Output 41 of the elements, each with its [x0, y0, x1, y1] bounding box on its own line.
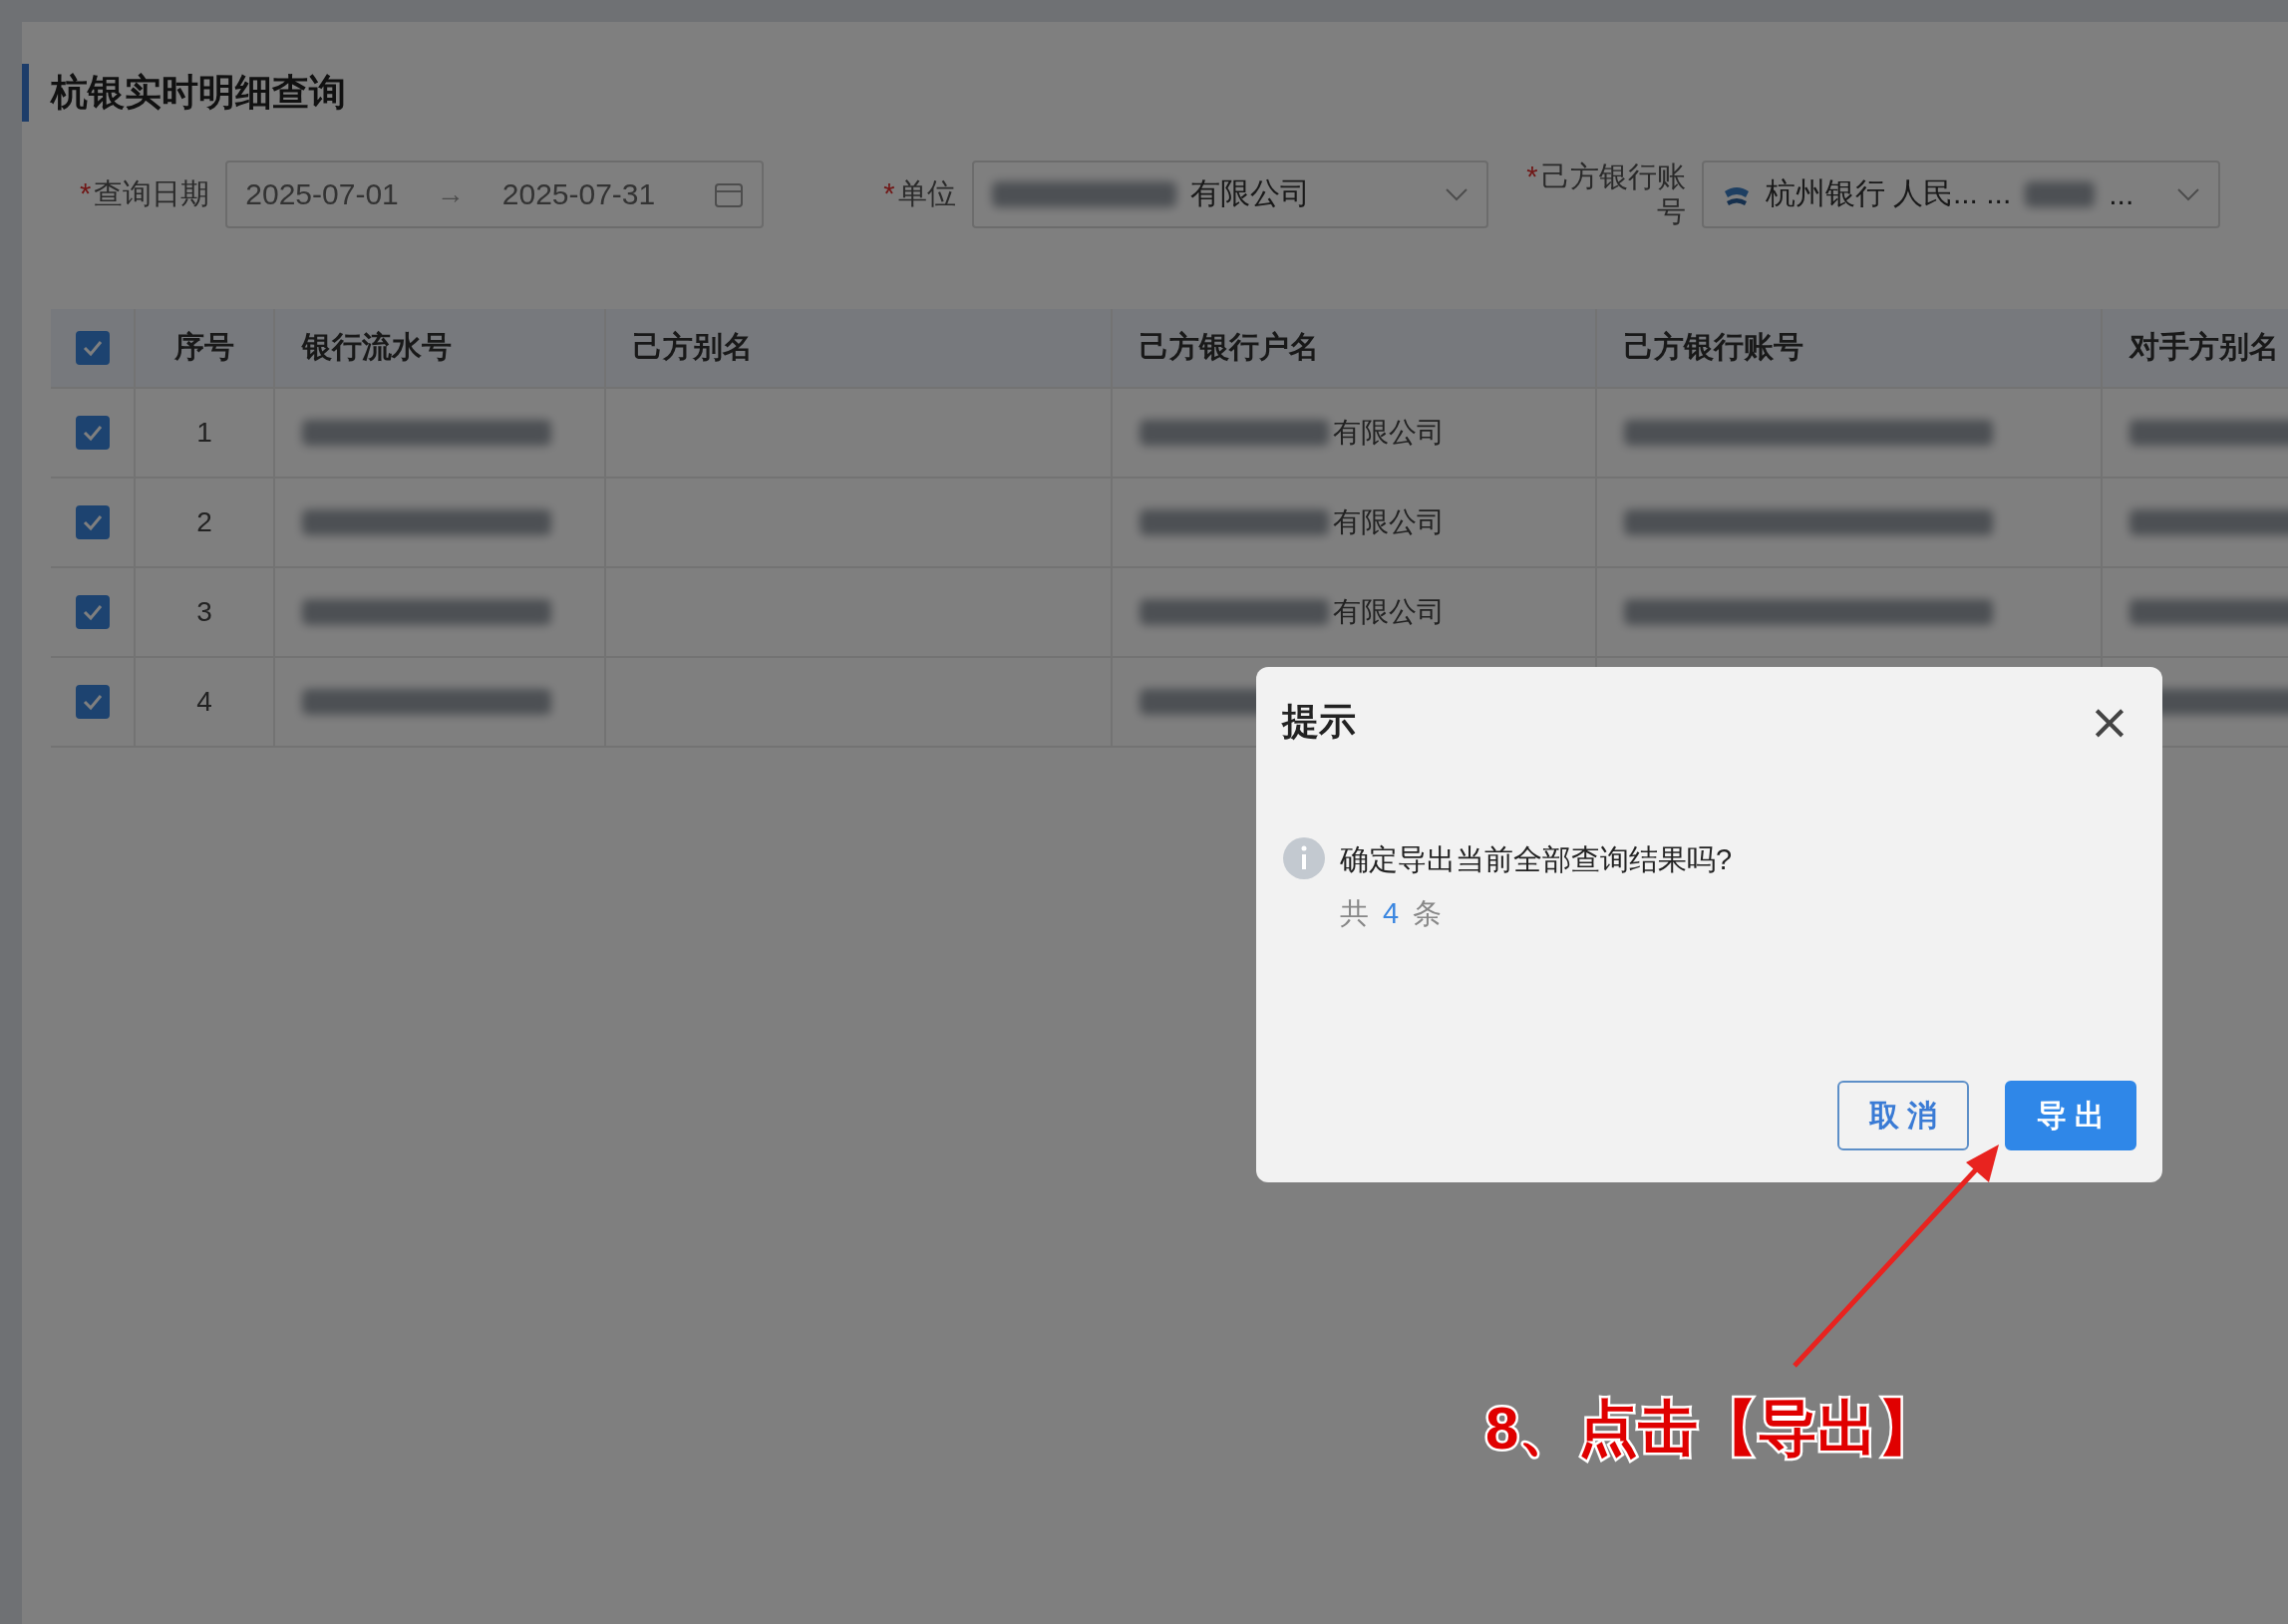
title-accent-bar	[22, 64, 29, 122]
table-cell: 4	[196, 685, 212, 718]
column-header: 己方银行户名	[1140, 329, 1319, 366]
export-button[interactable]: 导 出	[2005, 1081, 2136, 1150]
column-header: 银行流水号	[302, 329, 452, 366]
close-button[interactable]: ×	[2083, 697, 2136, 747]
column-header: 己方银行账号	[1624, 329, 1803, 366]
table-cell: 2	[196, 505, 212, 538]
column-header: 对手方别名	[2129, 329, 2279, 366]
field-label: *单位	[883, 175, 956, 211]
account-select[interactable]: 杭州银行 人民... ... ...	[1701, 160, 2220, 228]
dialog-title: 提示	[1282, 700, 1356, 744]
column-header: 序号	[174, 329, 234, 366]
checkmark-icon	[81, 423, 104, 442]
record-count: 共 4 条	[1340, 896, 1444, 931]
checkmark-icon	[81, 602, 104, 621]
table-cell: 1	[196, 416, 212, 449]
checkmark-icon	[81, 338, 104, 357]
row-checkbox[interactable]	[75, 684, 110, 719]
table-cell-text: 有限公司	[1333, 415, 1445, 450]
field-label: *己方银行账号	[1525, 160, 1686, 229]
row-checkbox[interactable]	[75, 594, 110, 629]
checkmark-icon	[81, 692, 104, 711]
row-checkbox[interactable]	[75, 415, 110, 450]
table-cell-text: 有限公司	[1333, 594, 1445, 629]
select-all-checkbox[interactable]	[75, 330, 110, 365]
chevron-down-icon	[1444, 186, 1469, 201]
field-label: *查询日期	[80, 175, 210, 211]
info-icon	[1282, 836, 1326, 880]
cancel-button[interactable]: 取 消	[1837, 1081, 1969, 1150]
annotation-caption: 8、点击【导出】	[1485, 1394, 1938, 1463]
date-range-field[interactable]: 2025-07-01 → 2025-07-31	[225, 160, 765, 228]
unit-select[interactable]: 有限公司	[971, 160, 1488, 228]
row-checkbox[interactable]	[75, 504, 110, 539]
chevron-down-icon	[2175, 186, 2200, 201]
table-cell: 3	[196, 595, 212, 628]
column-header: 己方别名	[633, 329, 753, 366]
page-title: 杭银实时明细查询	[51, 71, 346, 115]
dialog-message: 确定导出当前全部查询结果吗?	[1340, 842, 1733, 877]
checkmark-icon	[81, 512, 104, 531]
table-cell-text: 有限公司	[1333, 504, 1445, 539]
